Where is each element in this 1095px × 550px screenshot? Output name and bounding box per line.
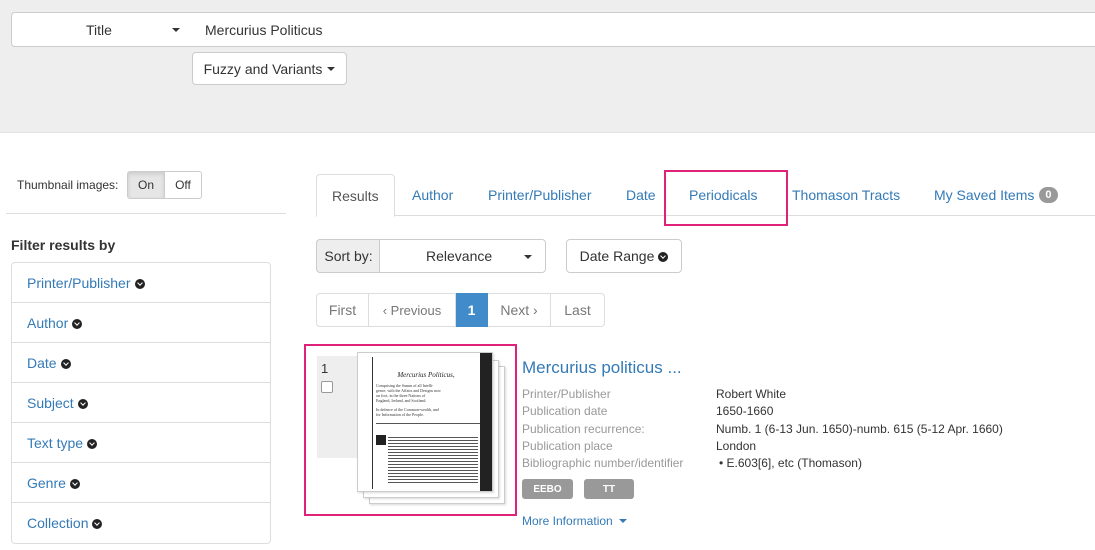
caret-down-icon bbox=[172, 28, 180, 32]
meta-label-date: Publication date bbox=[522, 404, 608, 418]
filter-list: Printer/Publisher Author Date Subject Te… bbox=[11, 262, 271, 544]
result-title-link[interactable]: Mercurius politicus ... bbox=[522, 358, 682, 378]
tab-my-saved-items[interactable]: My Saved Items 0 bbox=[934, 174, 1058, 216]
page-binding-shadow bbox=[480, 353, 492, 491]
result-thumbnail[interactable]: Mercurius Politicus, Comprising the Summ… bbox=[357, 352, 507, 510]
tab-periodicals[interactable]: Periodicals bbox=[689, 174, 757, 216]
page-first[interactable]: First bbox=[316, 293, 369, 327]
result-number: 1 bbox=[321, 361, 329, 376]
meta-label-place: Publication place bbox=[522, 439, 613, 453]
meta-value-date: 1650-1660 bbox=[716, 404, 774, 418]
tab-thomason-tracts[interactable]: Thomason Tracts bbox=[792, 174, 900, 216]
caret-down-icon bbox=[618, 519, 627, 523]
filter-genre[interactable]: Genre bbox=[12, 463, 270, 503]
saved-count-badge: 0 bbox=[1039, 187, 1058, 203]
results-tabs: Results Author Printer/Publisher Date Pe… bbox=[316, 174, 1095, 217]
sidebar-divider bbox=[6, 213, 286, 214]
page-drop-cap bbox=[376, 435, 386, 445]
date-range-button[interactable]: Date Range bbox=[566, 239, 682, 273]
search-mode-dropdown[interactable]: Fuzzy and Variants bbox=[192, 52, 347, 85]
thumbnail-off-button[interactable]: Off bbox=[165, 171, 202, 199]
filter-label: Date bbox=[27, 354, 57, 371]
filter-label: Collection bbox=[27, 515, 89, 531]
search-mode-label: Fuzzy and Variants bbox=[203, 60, 323, 77]
search-input[interactable] bbox=[192, 12, 1095, 47]
meta-value-identifier: • E.603[6], etc (Thomason) bbox=[719, 456, 862, 470]
more-information-label: More Information bbox=[522, 514, 613, 528]
filter-subject[interactable]: Subject bbox=[12, 383, 270, 423]
tab-author[interactable]: Author bbox=[412, 174, 453, 216]
caret-down-icon bbox=[524, 255, 532, 259]
filter-text-type[interactable]: Text type bbox=[12, 423, 270, 463]
filter-label: Genre bbox=[27, 474, 66, 491]
meta-label-recurrence: Publication recurrence: bbox=[522, 422, 645, 436]
chevron-down-circle-icon bbox=[134, 278, 145, 289]
thumbnail-toggle-label: Thumbnail images: bbox=[17, 178, 119, 192]
bullet-icon: • bbox=[719, 456, 724, 470]
chevron-down-circle-icon bbox=[72, 318, 83, 329]
filter-label: Text type bbox=[27, 434, 84, 451]
meta-label-identifier: Bibliographic number/identifier bbox=[522, 456, 684, 470]
page-text-line: for Information of the People. bbox=[376, 412, 424, 417]
chevron-down-circle-icon bbox=[60, 358, 71, 369]
tab-printer-publisher[interactable]: Printer/Publisher bbox=[488, 174, 592, 216]
tag-tt[interactable]: TT bbox=[584, 479, 634, 499]
sort-select[interactable]: Relevance bbox=[379, 239, 546, 273]
page-body-text bbox=[388, 435, 478, 485]
search-field-label: Title bbox=[86, 21, 112, 38]
chevron-down-circle-icon bbox=[77, 398, 88, 409]
result-select-checkbox[interactable] bbox=[321, 381, 333, 393]
caret-down-icon bbox=[327, 66, 336, 71]
sort-value: Relevance bbox=[426, 248, 493, 264]
page-heading: Mercurius Politicus, bbox=[397, 371, 455, 379]
filter-date[interactable]: Date bbox=[12, 343, 270, 383]
page-text-line: England, Ireland, and Scotland. bbox=[376, 398, 427, 403]
chevron-down-circle-icon bbox=[87, 438, 98, 449]
pagination: First ‹ Previous 1 Next › Last bbox=[316, 293, 605, 327]
more-information-link[interactable]: More Information bbox=[522, 514, 627, 528]
meta-value-recurrence: Numb. 1 (6-13 Jun. 1650)-numb. 615 (5-12… bbox=[716, 422, 1003, 436]
thumbnail-toggle: On Off bbox=[127, 171, 202, 199]
filter-collection[interactable]: Collection bbox=[12, 503, 270, 543]
chevron-down-circle-icon bbox=[658, 252, 669, 262]
thumbnail-page: Mercurius Politicus, Comprising the Summ… bbox=[357, 352, 493, 492]
filter-author[interactable]: Author bbox=[12, 303, 270, 343]
thumbnail-on-button[interactable]: On bbox=[127, 171, 165, 199]
filter-label: Printer/Publisher bbox=[27, 274, 131, 291]
tab-results[interactable]: Results bbox=[316, 174, 395, 217]
identifier-text: E.603[6], etc (Thomason) bbox=[726, 456, 862, 470]
meta-label-publisher: Printer/Publisher bbox=[522, 387, 611, 401]
chevron-down-circle-icon bbox=[92, 519, 103, 529]
page-text: Comprising the Summ of all Intelli- genc… bbox=[376, 383, 476, 417]
meta-value-publisher: Robert White bbox=[716, 387, 787, 401]
page-left-edge bbox=[372, 357, 373, 489]
filter-title: Filter results by bbox=[11, 237, 116, 253]
date-range-label: Date Range bbox=[579, 248, 655, 264]
sort-label: Sort by: bbox=[316, 239, 380, 273]
filter-printer-publisher[interactable]: Printer/Publisher bbox=[12, 263, 270, 303]
filter-label: Subject bbox=[27, 394, 74, 411]
tab-date[interactable]: Date bbox=[626, 174, 656, 216]
filter-label: Author bbox=[27, 314, 69, 331]
meta-value-place: London bbox=[716, 439, 757, 453]
chevron-down-circle-icon bbox=[69, 478, 80, 489]
search-field-select[interactable]: Title bbox=[11, 12, 193, 47]
page-rule bbox=[376, 423, 480, 424]
tab-my-saved-items-label: My Saved Items bbox=[934, 187, 1035, 203]
page-next[interactable]: Next › bbox=[488, 293, 551, 327]
page-current[interactable]: 1 bbox=[456, 293, 488, 327]
page-last[interactable]: Last bbox=[551, 293, 605, 327]
tag-eebo[interactable]: EEBO bbox=[522, 479, 573, 499]
page-previous[interactable]: ‹ Previous bbox=[369, 293, 456, 327]
